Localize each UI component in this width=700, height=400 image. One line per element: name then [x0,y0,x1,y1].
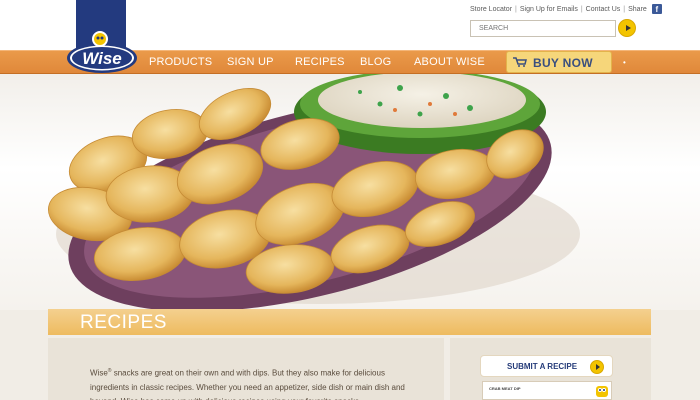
facebook-icon[interactable]: f [651,4,662,14]
nav-blog[interactable]: BLOG [360,56,391,68]
wise-logo[interactable]: Wise [66,28,138,74]
nav-products[interactable]: PRODUCTS [149,56,212,68]
store-locator-link[interactable]: Store Locator [470,6,512,13]
logo-text: Wise [82,49,122,68]
nav-about-wise[interactable]: ABOUT WISE [414,56,485,68]
divider: | [515,5,517,13]
search-go-button[interactable] [618,19,636,37]
recipe-card[interactable]: CRAB MEAT DIP [482,381,612,400]
sign-up-emails-link[interactable]: Sign Up for Emails [520,6,578,13]
contact-us-link[interactable]: Contact Us [586,6,621,13]
intro-paragraph: Wise® snacks are great on their own and … [90,364,420,400]
intro-brand: Wise [90,368,108,378]
divider: | [623,5,626,13]
submit-recipe-label: SUBMIT A RECIPE [507,362,578,371]
utility-links: Store Locator | Sign Up for Emails | Con… [470,4,662,14]
submit-recipe-button[interactable]: SUBMIT A RECIPE [480,355,613,377]
buy-now-button[interactable]: BUY NOW [506,51,612,73]
share-link[interactable]: Share [628,6,647,13]
divider: | [580,5,583,13]
nav-sign-up[interactable]: SIGN UP [227,56,274,68]
search-input[interactable] [470,20,616,37]
hero-image [0,70,700,312]
intro-body: snacks are great on their own and with d… [90,368,405,400]
page-title: RECIPES [80,312,167,333]
recipe-card-title: CRAB MEAT DIP [489,386,521,391]
chips-and-dip-illustration [47,70,580,312]
owl-mascot-icon [596,386,608,397]
nav-dot: • [623,58,626,67]
arrow-right-icon [590,360,604,374]
nav-recipes[interactable]: RECIPES [295,56,345,68]
cart-icon [513,57,527,67]
buy-now-label: BUY NOW [533,56,593,70]
